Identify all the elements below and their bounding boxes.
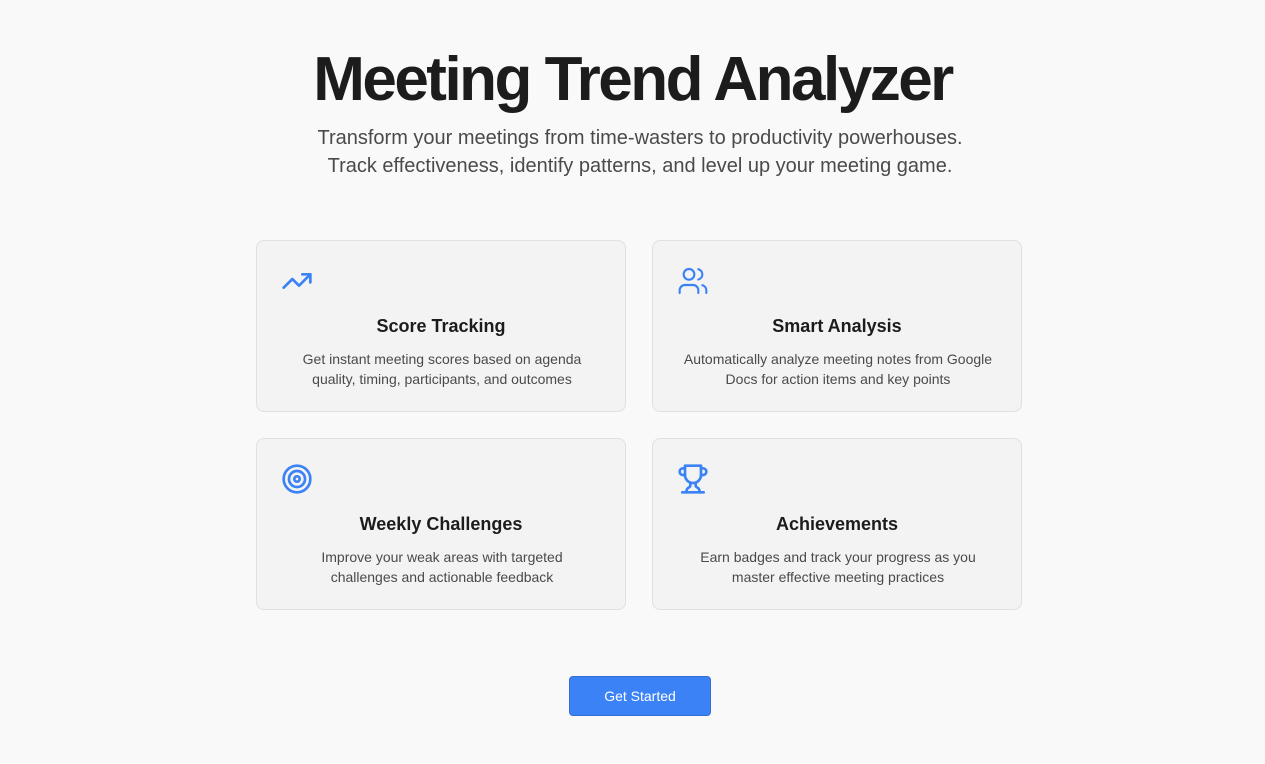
- feature-description: Automatically analyze meeting notes from…: [683, 351, 993, 387]
- trophy-icon: [677, 463, 709, 495]
- feature-card-score-tracking: Score Tracking Get instant meeting score…: [256, 240, 626, 412]
- feature-title: Achievements: [775, 514, 899, 534]
- feature-card-weekly-challenges: Weekly Challenges Improve your weak area…: [256, 438, 626, 610]
- users-icon: [677, 265, 709, 297]
- feature-card-smart-analysis: Smart Analysis Automatically analyze mee…: [652, 240, 1022, 412]
- feature-description: Earn badges and track your progress as y…: [700, 549, 976, 585]
- page-title: Meeting Trend Analyzer: [313, 45, 954, 114]
- feature-title: Smart Analysis: [772, 316, 902, 336]
- trending-up-icon: [281, 265, 313, 297]
- landing-page: Meeting Trend Analyzer Transform your me…: [0, 0, 1265, 764]
- get-started-button[interactable]: Get Started: [569, 676, 711, 716]
- page-subtitle: Transform your meetings from time-waster…: [317, 127, 963, 177]
- feature-title: Score Tracking: [376, 316, 506, 336]
- feature-description: Improve your weak areas with targeted ch…: [321, 549, 563, 585]
- feature-description: Get instant meeting scores based on agen…: [302, 351, 582, 387]
- feature-title: Weekly Challenges: [359, 514, 523, 534]
- target-icon: [281, 463, 313, 495]
- feature-card-achievements: Achievements Earn badges and track your …: [652, 438, 1022, 610]
